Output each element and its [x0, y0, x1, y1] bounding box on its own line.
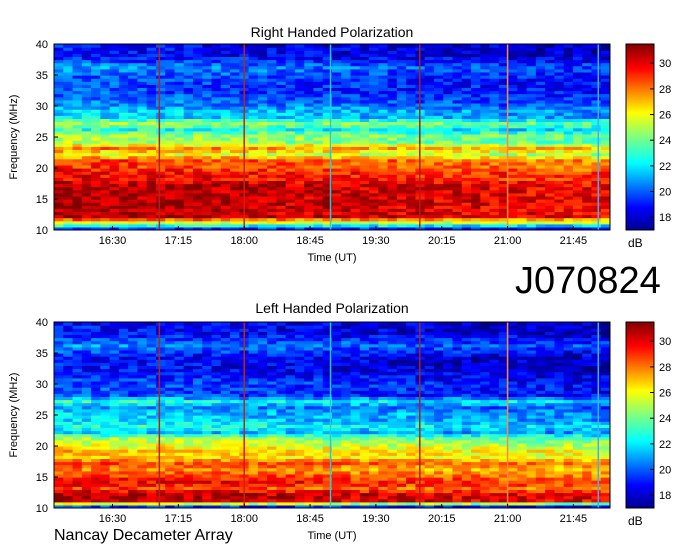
heatmap-cell: [165, 44, 176, 48]
heatmap-cell: [183, 44, 194, 48]
y-tick-label: 25: [36, 132, 48, 144]
heatmap-cell: [545, 44, 555, 48]
spectrogram-heatmap: [54, 44, 610, 230]
heatmap-cell: [600, 44, 610, 48]
heatmap-cell: [424, 44, 435, 48]
heatmap-cell: [257, 44, 268, 48]
heatmap-cell: [118, 44, 129, 48]
x-tick-label: 18:45: [296, 235, 324, 247]
x-tick-label: 16:30: [99, 235, 127, 247]
x-tick-label: 17:15: [165, 235, 193, 247]
heatmap-cell: [137, 44, 148, 48]
colorbar-unit: dB: [628, 236, 643, 250]
heatmap-cell: [220, 44, 231, 48]
heatmap-cell: [563, 44, 574, 48]
heatmap-cell: [211, 44, 222, 48]
heatmap-cell: [276, 44, 287, 48]
colorbar-tick-label: 24: [659, 135, 671, 147]
colorbar-tick-label: 26: [659, 110, 671, 122]
heatmap-cell: [341, 44, 352, 48]
colorbar-tick-label: 30: [659, 58, 671, 70]
heatmap-cell: [396, 44, 407, 48]
x-axis-label: Time (UT): [307, 252, 356, 264]
y-axis-label: Frequency (MHz): [8, 95, 20, 180]
y-tick-label: 20: [36, 163, 48, 175]
colorbar-tick-label: 20: [659, 187, 671, 199]
heatmap-cell: [554, 44, 565, 48]
heatmap-cell: [313, 44, 324, 48]
panel-title: Right Handed Polarization: [251, 24, 414, 40]
colorbar-tick-label: 28: [659, 84, 671, 96]
heatmap-cell: [100, 44, 111, 48]
heatmap-cell: [146, 44, 157, 48]
heatmap-cell: [81, 44, 92, 48]
heatmap-cell: [155, 44, 166, 48]
heatmap-cell: [72, 44, 83, 48]
panel-left-polarization: Left Handed Polarization 16:30 17:15 18:00…: [8, 300, 671, 542]
heatmap-cell: [471, 44, 481, 48]
colorbar-tick-label: 18: [659, 212, 671, 224]
heatmap-cell: [63, 44, 74, 48]
heatmap-cell: [452, 44, 463, 48]
heatmap-cell: [572, 44, 583, 48]
panel-title: Left Handed Polarization: [255, 300, 408, 316]
heatmap-cell: [526, 44, 537, 48]
heatmap-cell: [591, 44, 602, 48]
heatmap-cell: [489, 44, 500, 48]
heatmap-cell: [535, 44, 546, 48]
x-tick-label: 21:00: [494, 235, 522, 247]
heatmap-cell: [359, 44, 370, 48]
x-tick-label: 19:30: [362, 235, 390, 247]
heatmap-cell: [128, 44, 138, 48]
x-tick-label: 18:00: [230, 235, 258, 247]
heatmap-cell: [387, 44, 398, 48]
heatmap-cell: [508, 44, 518, 48]
y-tick-label: 15: [36, 194, 48, 206]
heatmap-cell: [304, 44, 315, 48]
heatmap-cell: [378, 44, 389, 48]
y-tick-label: 30: [36, 101, 48, 113]
x-tick-label: 21:45: [560, 235, 588, 247]
heatmap-cell: [480, 44, 491, 48]
colorbar: 18 20 22 24 26 28 30 dB: [625, 43, 671, 250]
heatmap-cell: [517, 44, 528, 48]
y-tick-label: 35: [36, 70, 48, 82]
heatmap-cell: [332, 44, 342, 48]
y-tick-label: 10: [36, 225, 48, 237]
heatmap-cell: [443, 44, 454, 48]
heatmap-cell: [193, 44, 203, 48]
heatmap-cell: [350, 44, 361, 48]
heatmap-cell: [461, 44, 472, 48]
heatmap-cell: [109, 44, 120, 48]
heatmap-cell: [267, 44, 277, 48]
panel-right-polarization: Right Handed Polarization 16:30 17:15 18:0…: [8, 24, 671, 264]
colorbar-tick-label: 22: [659, 161, 671, 173]
y-tick-label: 40: [36, 39, 48, 51]
heatmap-cell: [369, 44, 379, 48]
heatmap-cell: [406, 44, 416, 48]
spectrogram-heatmap: [54, 322, 610, 508]
x-tick-label: 20:15: [428, 235, 456, 247]
heatmap-cell: [294, 44, 305, 48]
heatmap-cell: [230, 44, 240, 48]
heatmap-cell: [582, 44, 593, 48]
heatmap-cell: [54, 44, 64, 48]
heatmap-cell: [433, 44, 444, 48]
heatmap-cell: [202, 44, 213, 48]
heatmap-cell: [174, 44, 185, 48]
heatmap-cell: [248, 44, 259, 48]
heatmap-cell: [91, 44, 101, 48]
heatmap-cell: [285, 44, 296, 48]
